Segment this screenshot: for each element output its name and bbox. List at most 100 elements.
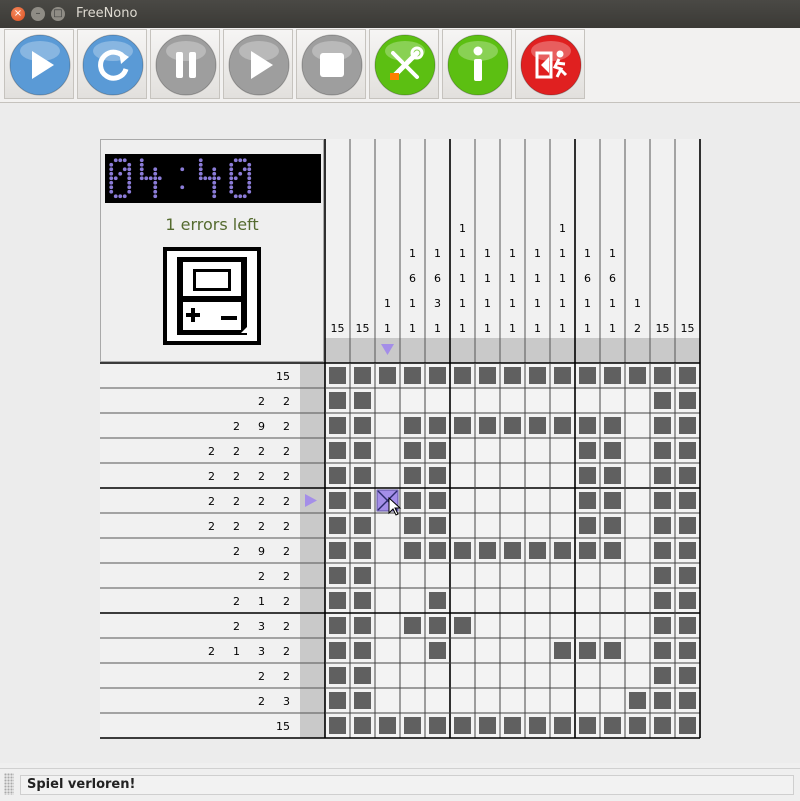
board-cell[interactable]: [525, 488, 550, 513]
exit-button[interactable]: [515, 29, 585, 99]
board-cell[interactable]: [375, 663, 400, 688]
board-cell[interactable]: [500, 388, 525, 413]
board-cell[interactable]: [550, 588, 575, 613]
board-cell[interactable]: [575, 563, 600, 588]
board-cell[interactable]: [575, 688, 600, 713]
board-cell[interactable]: [475, 563, 500, 588]
board-cell[interactable]: [375, 513, 400, 538]
board-cell[interactable]: [450, 588, 475, 613]
board-cell[interactable]: [400, 588, 425, 613]
board-cell[interactable]: [625, 638, 650, 663]
board-cell[interactable]: [375, 588, 400, 613]
board-cell[interactable]: [500, 463, 525, 488]
board-cell[interactable]: [375, 463, 400, 488]
board-cell[interactable]: [500, 663, 525, 688]
board-cell[interactable]: [625, 563, 650, 588]
board-cell[interactable]: [550, 388, 575, 413]
board-cell[interactable]: [525, 438, 550, 463]
maximize-window-button[interactable]: □: [51, 7, 65, 21]
board-cell[interactable]: [600, 588, 625, 613]
board-cell[interactable]: [625, 388, 650, 413]
board-cell[interactable]: [425, 688, 450, 713]
board-cell[interactable]: [450, 438, 475, 463]
board-cell[interactable]: [450, 688, 475, 713]
board-cell[interactable]: [400, 388, 425, 413]
resume-game-button[interactable]: [223, 29, 293, 99]
board-cell[interactable]: [500, 563, 525, 588]
board-cell[interactable]: [575, 663, 600, 688]
board-cell[interactable]: [500, 588, 525, 613]
board-cell[interactable]: [550, 663, 575, 688]
board-cell[interactable]: [425, 663, 450, 688]
board-cell[interactable]: [400, 638, 425, 663]
stop-game-button[interactable]: [296, 29, 366, 99]
board-cell[interactable]: [475, 488, 500, 513]
board-cell[interactable]: [450, 488, 475, 513]
board-cell[interactable]: [450, 663, 475, 688]
board-cell[interactable]: [625, 613, 650, 638]
close-window-button[interactable]: ×: [11, 7, 25, 21]
board-cell[interactable]: [475, 463, 500, 488]
board-cell[interactable]: [475, 638, 500, 663]
board-cell[interactable]: [500, 438, 525, 463]
board-cell[interactable]: [525, 638, 550, 663]
board-cell[interactable]: [475, 663, 500, 688]
board-cell[interactable]: [375, 388, 400, 413]
nonogram-board[interactable]: 15 15111611163111111111111111111111111611…: [100, 139, 701, 740]
board-cell[interactable]: [625, 463, 650, 488]
restart-game-button[interactable]: [77, 29, 147, 99]
board-cell[interactable]: [550, 688, 575, 713]
board-cell[interactable]: [500, 488, 525, 513]
board-cell[interactable]: [375, 688, 400, 713]
board-cell[interactable]: [625, 538, 650, 563]
board-cell[interactable]: [600, 388, 625, 413]
minimize-window-button[interactable]: –: [31, 7, 45, 21]
board-cell[interactable]: [525, 688, 550, 713]
board-cell[interactable]: [450, 513, 475, 538]
resize-grip-icon[interactable]: [4, 773, 14, 795]
board-cell[interactable]: [450, 638, 475, 663]
board-cell[interactable]: [600, 563, 625, 588]
board-cell[interactable]: [450, 388, 475, 413]
about-button[interactable]: [442, 29, 512, 99]
board-cell[interactable]: [525, 563, 550, 588]
board-cell[interactable]: [625, 413, 650, 438]
board-cell[interactable]: [550, 613, 575, 638]
board-cell[interactable]: [625, 588, 650, 613]
board-cell[interactable]: [475, 513, 500, 538]
board-cell[interactable]: [625, 663, 650, 688]
board-cell[interactable]: [450, 463, 475, 488]
board-cell[interactable]: [500, 638, 525, 663]
board-cell[interactable]: [625, 438, 650, 463]
board-cell[interactable]: [400, 563, 425, 588]
board-cell[interactable]: [400, 663, 425, 688]
board-cell[interactable]: [550, 513, 575, 538]
board-cell[interactable]: [500, 688, 525, 713]
board-cell[interactable]: [500, 613, 525, 638]
board-cell[interactable]: [550, 438, 575, 463]
board-cell[interactable]: [525, 588, 550, 613]
board-cell[interactable]: [600, 688, 625, 713]
board-cell[interactable]: [600, 663, 625, 688]
board-cell[interactable]: [375, 638, 400, 663]
board-cell[interactable]: [425, 388, 450, 413]
board-cell[interactable]: [525, 513, 550, 538]
board-cell[interactable]: [475, 588, 500, 613]
board-cell[interactable]: [600, 613, 625, 638]
board-cell[interactable]: [525, 663, 550, 688]
board-cell[interactable]: [625, 488, 650, 513]
board-cell[interactable]: [525, 463, 550, 488]
board-cell[interactable]: [375, 438, 400, 463]
board-cell[interactable]: [375, 613, 400, 638]
board-cell[interactable]: [550, 563, 575, 588]
pause-game-button[interactable]: [150, 29, 220, 99]
settings-button[interactable]: [369, 29, 439, 99]
board-cell[interactable]: [450, 563, 475, 588]
board-cell[interactable]: [525, 613, 550, 638]
board-cell[interactable]: [475, 613, 500, 638]
board-cell[interactable]: [475, 688, 500, 713]
board-cell[interactable]: [375, 538, 400, 563]
board-cell[interactable]: [425, 563, 450, 588]
board-cell[interactable]: [575, 613, 600, 638]
board-cell[interactable]: [375, 563, 400, 588]
